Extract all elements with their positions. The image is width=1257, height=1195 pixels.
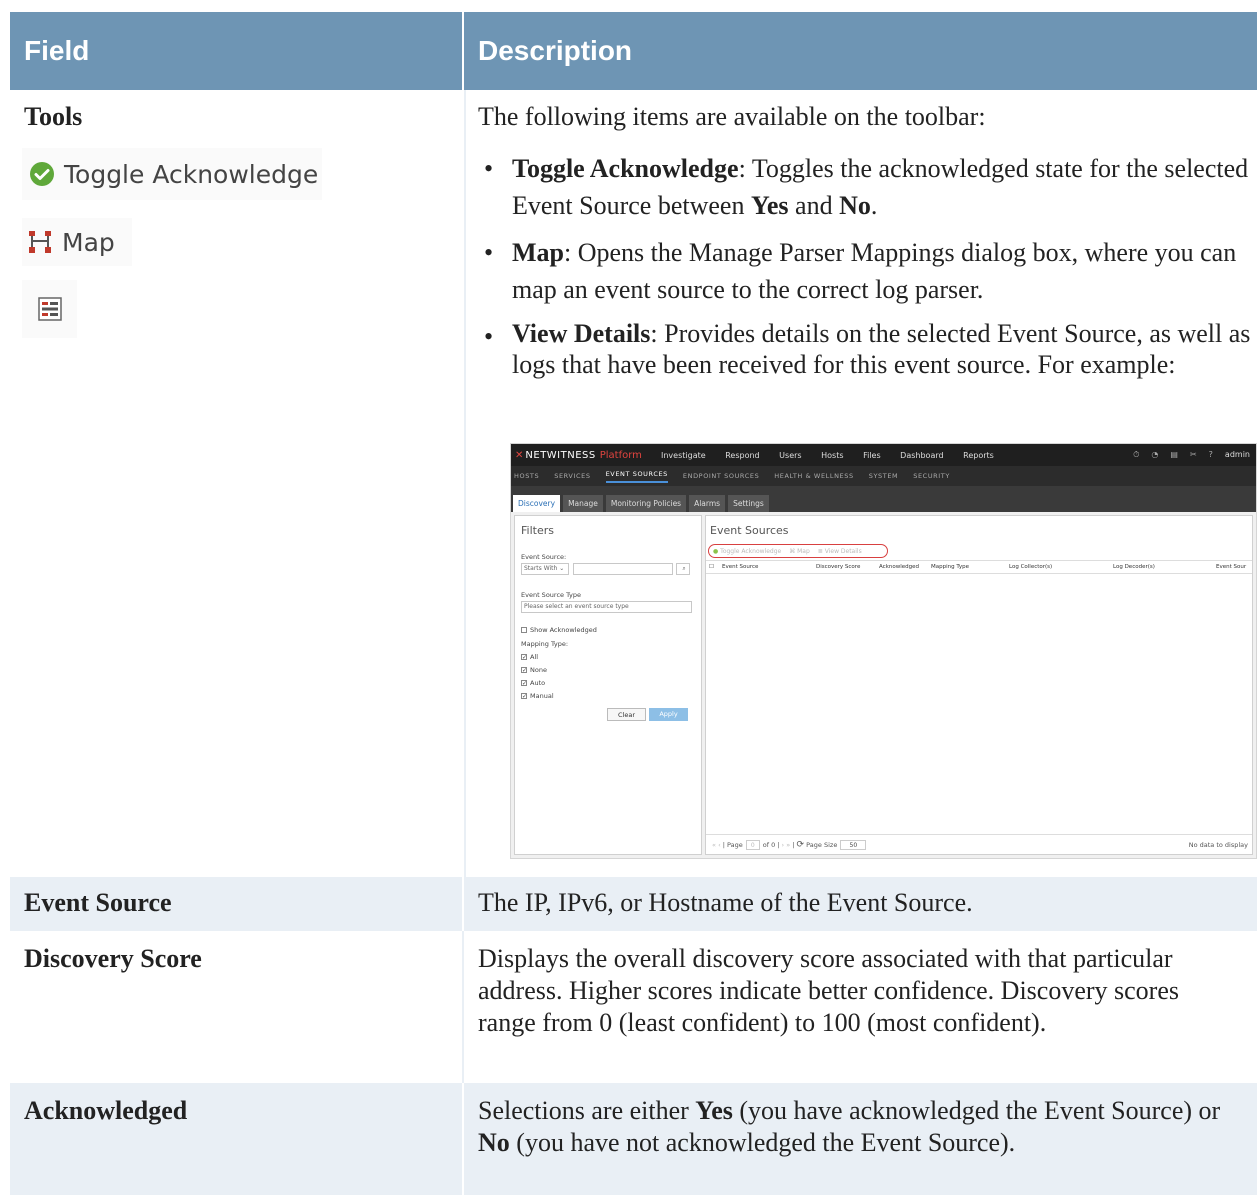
menu-respond[interactable]: Respond [725,451,759,460]
tools-intro: The following items are available on the… [478,102,986,131]
subnav-security[interactable]: SECURITY [913,472,950,480]
col-log-decoders[interactable]: Log Decoder(s) [1113,564,1155,570]
view-details-tool[interactable] [22,280,77,338]
field-acknowledged: Acknowledged [10,1083,464,1195]
bullet-view-details: • View Details: Provides details on the … [484,319,1251,379]
help-icon[interactable]: ? [1209,450,1213,460]
col-log-collectors[interactable]: Log Collector(s) [1009,564,1052,570]
menu-investigate[interactable]: Investigate [661,451,706,460]
bell-icon[interactable]: ◔ [1151,450,1158,460]
field-event-source: Event Source [10,877,464,931]
grid-toolbar: ● Toggle Acknowledge ⌘ Map ≣ View Detail… [708,544,888,558]
timer-icon[interactable]: ⏱ [1133,450,1139,460]
menu-dashboard[interactable]: Dashboard [900,451,943,460]
col-event-source-type[interactable]: Event Sour [1216,564,1246,570]
grid-column-headers: ☐ Event Source Discovery Score Acknowled… [706,560,1252,574]
desc-discovery-score: Displays the overall discovery score ass… [478,944,1179,1037]
grid-pager: « ‹ | Page 0 of 0 | › » | ⟳ Page Size 50… [706,834,1252,854]
apply-button[interactable]: Apply [649,708,688,721]
map-icon [26,228,54,256]
subnav-endpoint-sources[interactable]: ENDPOINT SOURCES [683,472,759,480]
app-topbar: ✕ NETWITNESS Platform Investigate Respon… [511,444,1256,466]
map-label: Map [62,227,115,257]
tab-monitoring-policies[interactable]: Monitoring Policies [605,495,687,512]
netwitness-logo-icon: ✕ [515,449,524,461]
table-row-acknowledged: Acknowledged Selections are either Yes (… [10,1083,1257,1195]
map-button[interactable]: ⌘ Map [789,548,810,555]
view-details-icon: ≣ [817,547,823,555]
column-divider [464,90,466,877]
map-icon: ⌘ [789,547,796,555]
tab-alarms[interactable]: Alarms [689,495,726,512]
subnav-hosts[interactable]: HOSTS [514,472,539,480]
starts-with-select[interactable]: Starts With ⌄ [521,563,569,575]
menu-hosts[interactable]: Hosts [821,451,843,460]
clear-button[interactable]: Clear [607,708,646,721]
header-field: Field [10,12,464,90]
admin-subnav: HOSTS SERVICES EVENT SOURCES ENDPOINT SO… [511,466,1256,486]
notes-icon[interactable]: ▤ [1170,450,1178,460]
menu-users[interactable]: Users [779,451,801,460]
tab-settings[interactable]: Settings [728,495,769,512]
toggle-acknowledge-tool[interactable]: Toggle Acknowledge [22,148,322,200]
next-page-icon[interactable]: › [782,841,785,849]
tools-icon[interactable]: ✂ [1190,450,1197,460]
field-discovery-score: Discovery Score [10,931,464,1083]
field-table: Field Description [10,12,1257,90]
check-circle-icon: ● [713,547,719,555]
desc-event-source: The IP, IPv6, or Hostname of the Event S… [478,888,973,917]
select-all-checkbox[interactable]: ☐ [709,564,714,570]
show-acknowledged-checkbox[interactable]: Show Acknowledged [521,626,597,634]
search-icon[interactable]: ⌕ [676,563,690,575]
tab-manage[interactable]: Manage [563,495,603,512]
mapping-auto-checkbox[interactable]: ✓ Auto [521,679,545,687]
filters-panel: Filters Event Source: Starts With ⌄ ⌕ Ev… [514,515,702,855]
col-mapping-type[interactable]: Mapping Type [931,564,969,570]
toggle-acknowledge-button[interactable]: ● Toggle Acknowledge [713,548,781,555]
toggle-acknowledge-label: Toggle Acknowledge [64,159,319,189]
tools-field: Tools [24,102,83,131]
table-row-discovery-score: Discovery Score Displays the overall dis… [10,931,1257,1083]
bullet-map: • Map: Opens the Manage Parser Mappings … [484,238,1237,304]
prev-page-icon[interactable]: ‹ [718,841,721,849]
first-page-icon[interactable]: « [712,841,716,849]
event-source-type-select[interactable]: Please select an event source type [521,601,692,613]
menu-reports[interactable]: Reports [963,451,994,460]
refresh-icon[interactable]: ⟳ [797,840,805,850]
table-row-event-source: Event Source The IP, IPv6, or Hostname o… [10,877,1257,931]
event-source-input[interactable] [573,563,673,575]
menu-files[interactable]: Files [863,451,881,460]
event-sources-tabs: Discovery Manage Monitoring Policies Ala… [511,486,1256,512]
filters-title: Filters [521,524,554,537]
event-sources-grid: Event Sources ● Toggle Acknowledge ⌘ Map… [705,515,1253,855]
header-description: Description [478,35,633,66]
view-details-icon [37,296,63,322]
bullet-toggle-acknowledge: • Toggle Acknowledge: Toggles the acknow… [484,154,1249,220]
table-header: Field Description [10,12,1257,90]
col-event-source[interactable]: Event Source [722,564,758,570]
subnav-health-wellness[interactable]: HEALTH & WELLNESS [774,472,853,480]
page-input[interactable]: 0 [745,839,760,850]
subnav-services[interactable]: SERVICES [554,472,590,480]
view-details-button[interactable]: ≣ View Details [818,548,862,555]
mapping-none-checkbox[interactable]: ✓ None [521,666,547,674]
tab-discovery[interactable]: Discovery [513,495,561,512]
col-discovery-score[interactable]: Discovery Score [816,564,860,570]
desc-acknowledged: Selections are either Yes (you have ackn… [478,1096,1221,1157]
mapping-all-checkbox[interactable]: ✓ All [521,653,538,661]
subnav-event-sources[interactable]: EVENT SOURCES [605,470,668,483]
col-acknowledged[interactable]: Acknowledged [879,564,919,570]
main-menu: Investigate Respond Users Hosts Files Da… [661,451,1011,460]
map-tool[interactable]: Map [22,218,132,266]
last-page-icon[interactable]: » [786,841,790,849]
tools-bullet-list: • Toggle Acknowledge: Toggles the acknow… [478,150,1253,390]
subnav-system[interactable]: SYSTEM [869,472,899,480]
check-circle-icon [28,160,56,188]
page-size-select[interactable]: 50 [840,839,867,850]
event-sources-screenshot: ✕ NETWITNESS Platform Investigate Respon… [510,443,1257,859]
mapping-manual-checkbox[interactable]: ✓ Manual [521,692,554,700]
grid-title: Event Sources [710,524,789,537]
no-data-label: No data to display [1188,840,1248,849]
user-menu[interactable]: admin [1225,450,1250,460]
